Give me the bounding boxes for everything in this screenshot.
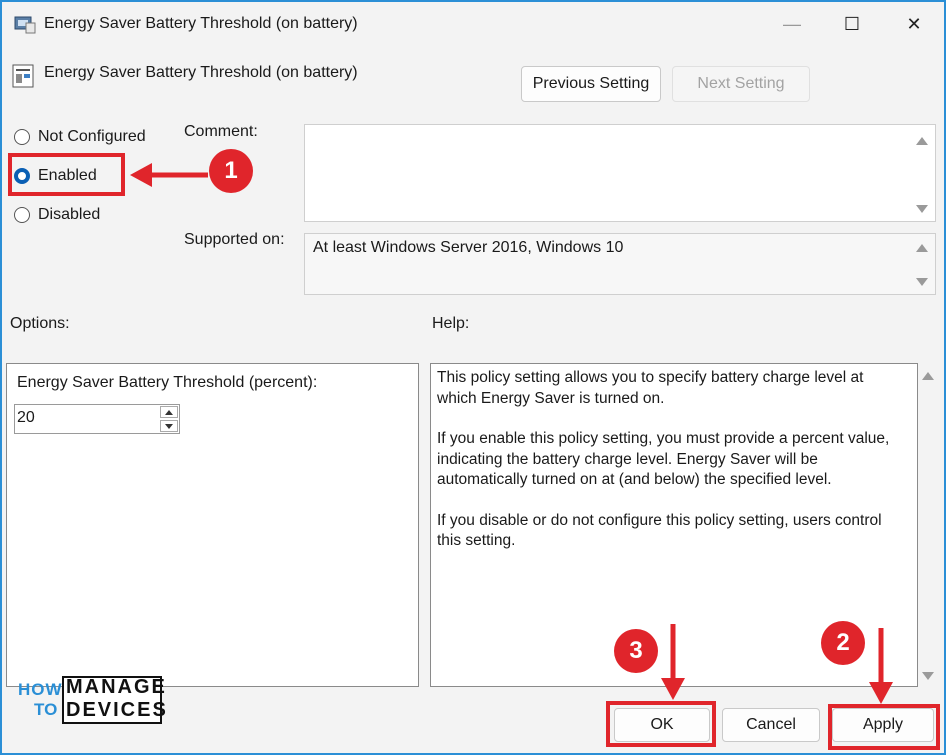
app-icon	[14, 14, 36, 34]
apply-highlight	[828, 704, 940, 750]
step-1-badge: 1	[209, 149, 253, 193]
spinner-up-icon[interactable]	[160, 406, 178, 418]
supported-label: Supported on:	[184, 231, 285, 248]
ok-highlight	[606, 701, 716, 747]
setting-icon	[12, 64, 34, 88]
scroll-down-icon[interactable]	[916, 205, 928, 213]
enabled-highlight	[8, 153, 125, 196]
help-paragraph: This policy setting allows you to specif…	[437, 369, 864, 407]
comment-label: Comment:	[184, 123, 258, 140]
help-scroll-down-icon[interactable]	[922, 672, 934, 680]
help-paragraph: If you enable this policy setting, you m…	[437, 430, 890, 488]
radio-disabled[interactable]: Disabled	[14, 206, 100, 224]
scroll-down-icon[interactable]	[916, 278, 928, 286]
window-title: Energy Saver Battery Threshold (on batte…	[44, 15, 358, 32]
radio-circle	[14, 129, 30, 145]
radio-label: Disabled	[38, 206, 101, 223]
logo-devices: DEVICES	[66, 699, 168, 721]
step-3-badge: 3	[614, 629, 658, 673]
arrow-down-icon	[660, 624, 686, 700]
logo-to: TO	[34, 700, 58, 719]
scroll-up-icon[interactable]	[916, 244, 928, 252]
setting-name: Energy Saver Battery Threshold (on batte…	[44, 64, 358, 81]
step-2-badge: 2	[821, 621, 865, 665]
policy-dialog: Energy Saver Battery Threshold (on batte…	[0, 0, 946, 755]
minimize-button[interactable]: —	[772, 4, 812, 44]
arrow-down-icon	[868, 628, 894, 704]
help-paragraph: If you disable or do not configure this …	[437, 511, 882, 550]
supported-field: At least Windows Server 2016, Windows 10	[304, 233, 936, 295]
help-label: Help:	[432, 315, 470, 332]
arrow-left-icon	[130, 162, 210, 188]
supported-value: At least Windows Server 2016, Windows 10	[313, 239, 624, 256]
help-text: This policy setting allows you to specif…	[437, 368, 902, 572]
howto-logo: HOW TO MANAGE DEVICES	[16, 674, 166, 726]
scroll-up-icon[interactable]	[916, 137, 928, 145]
logo-manage: MANAGE	[66, 676, 167, 698]
threshold-value[interactable]: 20	[17, 409, 35, 427]
radio-label: Not Configured	[38, 128, 146, 145]
options-panel: Energy Saver Battery Threshold (percent)…	[6, 363, 419, 687]
next-setting-button[interactable]: Next Setting	[672, 66, 810, 102]
threshold-spinner[interactable]: 20	[14, 404, 180, 434]
previous-setting-button[interactable]: Previous Setting	[521, 66, 661, 102]
radio-not-configured[interactable]: Not Configured	[14, 128, 146, 146]
help-scroll-up-icon[interactable]	[922, 372, 934, 380]
options-label: Options:	[10, 315, 70, 332]
close-button[interactable]: ✕	[894, 4, 934, 44]
logo-how: HOW	[18, 680, 63, 699]
threshold-label: Energy Saver Battery Threshold (percent)…	[17, 374, 318, 391]
radio-circle	[14, 207, 30, 223]
maximize-button[interactable]: ☐	[832, 4, 872, 44]
cancel-button[interactable]: Cancel	[722, 708, 820, 742]
spinner-down-icon[interactable]	[160, 420, 178, 432]
comment-field[interactable]	[304, 124, 936, 222]
